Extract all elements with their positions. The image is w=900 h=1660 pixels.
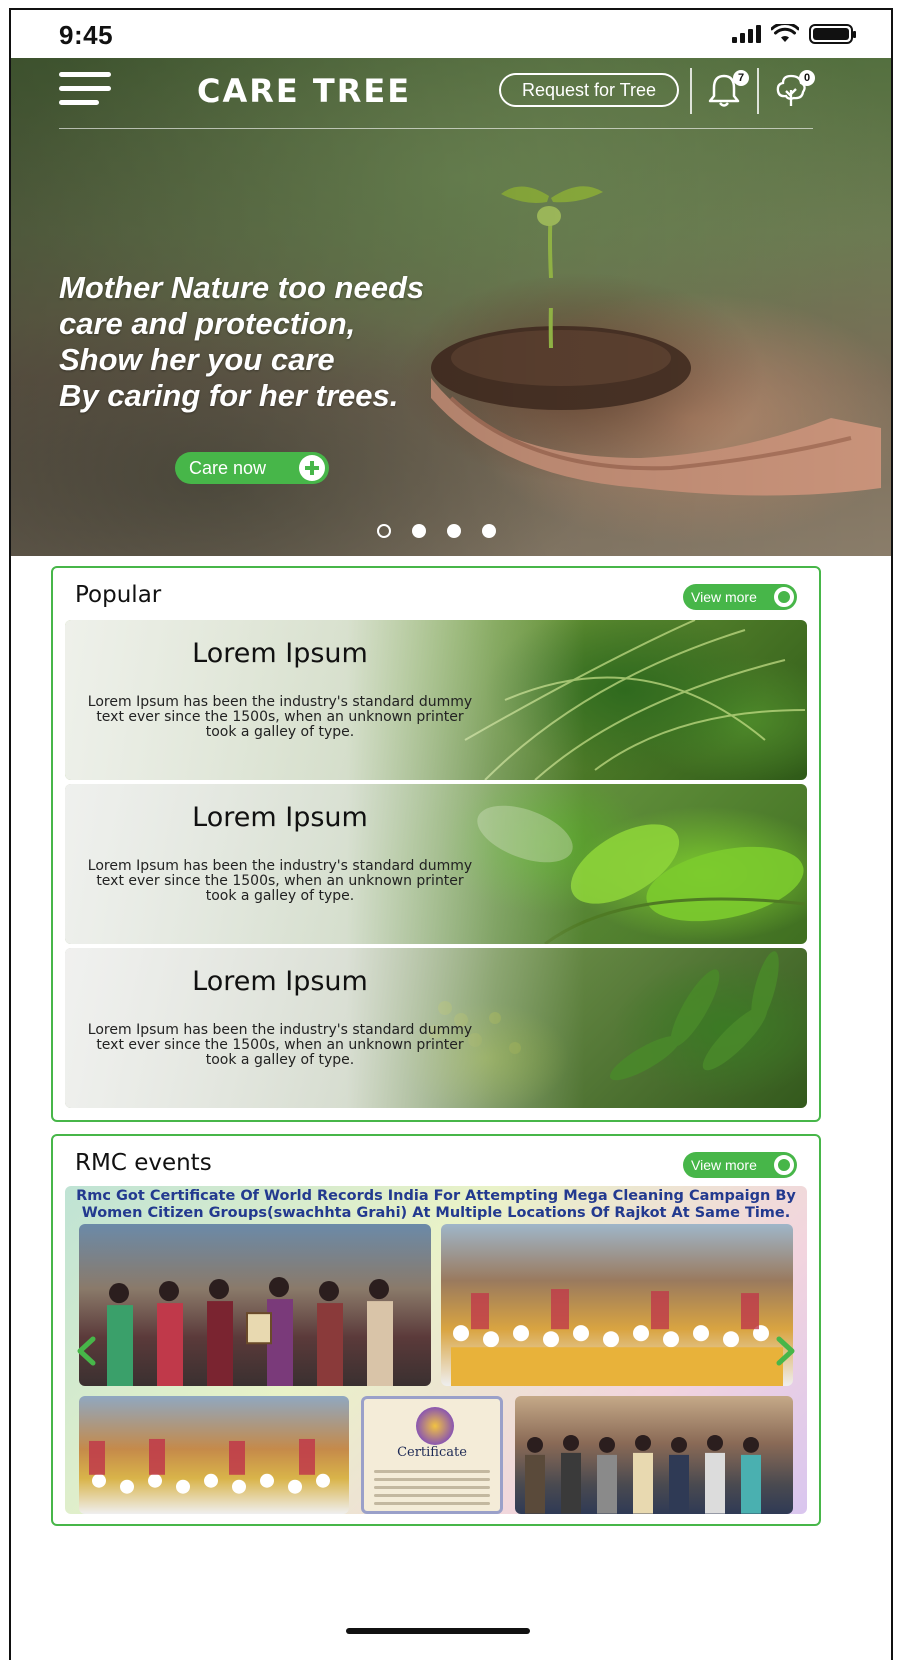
popular-card-description: Lorem Ipsum has been the industry's stan… <box>87 858 473 904</box>
event-photo <box>79 1224 431 1386</box>
carousel-next-icon[interactable] <box>775 1336 797 1366</box>
hero-tagline: Mother Nature too needs care and protect… <box>59 270 499 414</box>
notification-count-badge: 7 <box>733 70 749 86</box>
carousel-dot-3[interactable] <box>447 524 461 538</box>
popular-card[interactable]: Lorem Ipsum Lorem Ipsum has been the ind… <box>65 784 807 944</box>
hero-banner[interactable]: CARE TREE Request for Tree 7 0 Mother Na… <box>11 58 891 556</box>
popular-card-description: Lorem Ipsum has been the industry's stan… <box>87 1022 473 1068</box>
hero-tagline-line: By caring for her trees. <box>59 378 399 413</box>
request-for-tree-button[interactable]: Request for Tree <box>499 73 679 107</box>
circle-icon <box>774 1155 794 1175</box>
circle-icon <box>774 587 794 607</box>
my-trees-button[interactable]: 0 <box>773 70 815 112</box>
tree-count-badge: 0 <box>799 70 815 86</box>
popular-title: Popular <box>75 582 162 608</box>
event-photo <box>515 1396 793 1514</box>
events-view-more-button[interactable]: View more <box>683 1152 797 1178</box>
popular-card-title: Lorem Ipsum <box>192 966 368 997</box>
status-icons <box>732 24 856 44</box>
popular-view-more-button[interactable]: View more <box>683 584 797 610</box>
hamburger-icon <box>59 72 111 77</box>
carousel-dot-4[interactable] <box>482 524 496 538</box>
carousel-dot-1[interactable] <box>377 524 391 538</box>
hero-tagline-line: care and protection, <box>59 306 356 341</box>
header-divider <box>690 68 692 114</box>
home-indicator[interactable] <box>346 1628 530 1634</box>
event-carousel-slide[interactable]: Rmc Got Certificate Of World Records Ind… <box>65 1186 807 1514</box>
carousel-indicator <box>377 524 496 538</box>
plus-circle-icon <box>299 455 325 481</box>
certificate-seal-icon <box>416 1407 454 1445</box>
popular-card[interactable]: Lorem Ipsum Lorem Ipsum has been the ind… <box>65 948 807 1108</box>
popular-card-description: Lorem Ipsum has been the industry's stan… <box>87 694 473 740</box>
event-photo <box>79 1396 349 1514</box>
menu-button[interactable] <box>59 72 115 108</box>
app-header: CARE TREE Request for Tree 7 0 <box>11 58 891 130</box>
carousel-prev-icon[interactable] <box>75 1336 97 1366</box>
certificate-label: Certificate <box>397 1445 467 1460</box>
rmc-events-title: RMC events <box>75 1150 212 1176</box>
rmc-events-section: RMC events View more Rmc Got Certificate… <box>51 1134 821 1526</box>
care-now-button[interactable]: Care now <box>175 452 329 484</box>
certificate-photo: Certificate <box>361 1396 503 1514</box>
header-divider <box>757 68 759 114</box>
battery-icon <box>809 24 856 44</box>
wifi-icon <box>771 24 799 42</box>
event-photo <box>441 1224 793 1386</box>
care-now-label: Care now <box>189 457 267 478</box>
header-underline <box>59 128 813 129</box>
hero-tagline-line: Mother Nature too needs <box>59 270 425 305</box>
popular-section: Popular View more Lorem Ipsum Lorem Ipsu… <box>51 566 821 1122</box>
popular-card-title: Lorem Ipsum <box>192 802 368 833</box>
popular-card[interactable]: Lorem Ipsum Lorem Ipsum has been the ind… <box>65 620 807 780</box>
hero-tagline-line: Show her you care <box>59 342 335 377</box>
cellular-signal-icon <box>732 25 761 43</box>
brand-logo: CARE TREE <box>197 72 412 110</box>
view-more-label: View more <box>691 589 757 605</box>
status-bar: 9:45 <box>11 10 891 58</box>
view-more-label: View more <box>691 1157 757 1173</box>
app-frame: 9:45 CARE TREE Request for Tree 7 0 Moth… <box>9 8 893 1660</box>
popular-card-title: Lorem Ipsum <box>192 638 368 669</box>
status-time: 9:45 <box>59 20 114 50</box>
carousel-dot-2[interactable] <box>412 524 426 538</box>
notifications-button[interactable]: 7 <box>707 70 749 112</box>
event-caption: Rmc Got Certificate Of World Records Ind… <box>76 1188 796 1221</box>
